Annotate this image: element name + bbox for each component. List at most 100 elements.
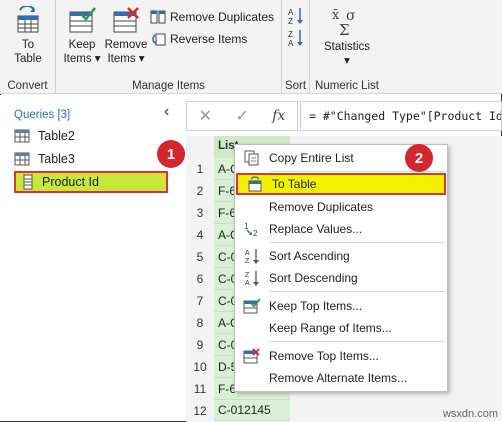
row-number: 11 <box>186 378 214 400</box>
menu-item-label: Sort Descending <box>269 271 358 285</box>
numeric-list-group: x̄ σ Σ Statistics ▾ Numeric List <box>310 0 384 94</box>
sort-descending-ribbon-button[interactable]: Z A <box>287 28 305 48</box>
row-number: 9 <box>186 334 214 356</box>
remove-duplicates-label: Remove Duplicates <box>170 10 275 24</box>
row-number: 10 <box>186 356 214 378</box>
sort-descending-icon: Z A <box>245 271 259 287</box>
fx-button[interactable]: fx <box>272 108 285 124</box>
callout-badge-1: 1 <box>157 140 185 168</box>
menu-separator <box>269 291 445 292</box>
row-number: 6 <box>186 268 214 290</box>
collapse-pane-button[interactable]: ‹ <box>164 103 169 121</box>
to-table-label: To Table <box>14 39 42 65</box>
keep-items-icon <box>69 7 96 33</box>
query-item-label: Table2 <box>38 129 75 143</box>
menu-item-keep-range-of-items[interactable]: Keep Range of Items... <box>235 317 447 339</box>
confirm-formula-button[interactable]: ✓ <box>235 106 248 126</box>
query-item-product-id[interactable]: Product Id <box>14 171 168 193</box>
reverse-items-button[interactable]: Reverse Items <box>150 32 247 46</box>
formula-bar-input[interactable]: = #"Changed Type"[Product Id] <box>300 101 502 131</box>
numeric-list-group-label: Numeric List <box>315 80 379 92</box>
svg-text:A: A <box>288 39 294 48</box>
ribbon: To Table Convert Keep Items ▾ Remove Ite… <box>0 0 502 94</box>
sort-descending-icon: Z A <box>288 30 303 48</box>
menu-item-remove-duplicates[interactable]: Remove Duplicates <box>235 196 447 218</box>
sort-ascending-icon: A Z <box>245 249 259 265</box>
statistics-label: Statistics <box>323 41 370 53</box>
svg-text:Z: Z <box>288 30 293 39</box>
sort-ascending-icon: A Z <box>288 8 303 26</box>
menu-item-label: Remove Alternate Items... <box>269 371 408 385</box>
row-number: 7 <box>186 290 214 312</box>
menu-item-label: Remove Top Items... <box>269 349 379 363</box>
menu-item-label: To Table <box>272 177 317 191</box>
to-table-icon <box>17 6 39 33</box>
statistics-icon: x̄ σ Σ <box>332 8 356 38</box>
menu-item-label: Keep Top Items... <box>269 299 363 313</box>
callout-badge-2: 2 <box>405 144 433 172</box>
remove-items-label: Remove Items ▾ <box>104 39 148 65</box>
sort-group-label: Sort <box>284 80 307 92</box>
queries-pane: Queries [3] ‹ Table2 Table3 Product Id <box>0 95 185 421</box>
svg-text:1: 1 <box>244 222 249 231</box>
manage-items-group: Keep Items ▾ Remove Items ▾ Remove Dupli… <box>56 0 282 94</box>
table-icon <box>14 152 30 166</box>
keep-items-label: Keep Items ▾ <box>63 39 101 65</box>
svg-text:A: A <box>245 250 250 257</box>
list-icon <box>23 174 33 190</box>
context-menu: Copy Entire List To Table Remove Duplica… <box>234 144 448 392</box>
copy-icon <box>244 150 259 166</box>
remove-items-icon <box>113 7 139 33</box>
remove-duplicates-icon <box>150 10 166 24</box>
svg-text:Σ: Σ <box>339 21 350 38</box>
statistics-button[interactable]: x̄ σ Σ Statistics ▾ <box>314 6 380 68</box>
remove-items-button[interactable]: Remove Items ▾ <box>104 6 148 66</box>
svg-text:2: 2 <box>253 229 258 237</box>
query-item-table2[interactable]: Table2 <box>14 125 170 147</box>
svg-text:A: A <box>288 8 294 17</box>
svg-text:Z: Z <box>245 258 250 265</box>
sort-group: A Z Z A Sort <box>282 0 310 94</box>
menu-item-label: Remove Duplicates <box>269 200 374 214</box>
queries-header: Queries [3] <box>14 109 71 121</box>
row-number: 5 <box>186 246 214 268</box>
menu-item-label: Copy Entire List <box>269 151 354 165</box>
convert-group: To Table Convert <box>0 0 56 94</box>
sort-ascending-ribbon-button[interactable]: A Z <box>287 6 305 26</box>
menu-item-sort-descending[interactable]: Z A Sort Descending <box>235 267 447 289</box>
list-cell[interactable]: C-012145 <box>214 400 290 421</box>
watermark: wsxdn.com <box>442 408 498 420</box>
menu-item-replace-values[interactable]: 1 2 Replace Values... <box>235 218 447 240</box>
row-number: 2 <box>186 180 214 202</box>
svg-text:Z: Z <box>245 272 250 279</box>
manage-items-group-label: Manage Items <box>132 80 205 92</box>
svg-text:A: A <box>245 280 250 287</box>
remove-duplicates-button[interactable]: Remove Duplicates <box>150 10 274 24</box>
convert-group-label: Convert <box>7 80 48 92</box>
query-item-table3[interactable]: Table3 <box>14 148 170 170</box>
menu-item-remove-alternate-items[interactable]: Remove Alternate Items... <box>235 367 447 389</box>
menu-item-sort-ascending[interactable]: A Z Sort Ascending <box>235 245 447 267</box>
menu-item-label: Keep Range of Items... <box>269 321 392 335</box>
reverse-items-label: Reverse Items <box>170 32 248 46</box>
query-item-label: Product Id <box>42 175 99 189</box>
menu-item-label: Replace Values... <box>269 222 363 236</box>
replace-values-icon: 1 2 <box>244 222 258 237</box>
menu-item-to-table[interactable]: To Table <box>236 173 446 195</box>
keep-top-items-icon <box>243 298 261 314</box>
svg-text:Z: Z <box>288 17 293 26</box>
menu-item-keep-top-items[interactable]: Keep Top Items... <box>235 295 447 317</box>
menu-separator <box>269 341 445 342</box>
remove-top-items-icon <box>243 348 260 364</box>
table-icon <box>14 129 30 143</box>
menu-item-remove-top-items[interactable]: Remove Top Items... <box>235 345 447 367</box>
statistics-dropdown-arrow: ▾ <box>344 55 350 67</box>
to-table-button[interactable]: To Table <box>6 6 50 66</box>
row-number: 3 <box>186 202 214 224</box>
keep-items-button[interactable]: Keep Items ▾ <box>62 6 102 66</box>
formula-bar-buttons: ✕ ✓ fx <box>186 101 298 131</box>
to-table-icon <box>248 176 262 192</box>
cancel-formula-button[interactable]: ✕ <box>199 106 212 126</box>
row-number: 4 <box>186 224 214 246</box>
query-item-label: Table3 <box>38 152 75 166</box>
